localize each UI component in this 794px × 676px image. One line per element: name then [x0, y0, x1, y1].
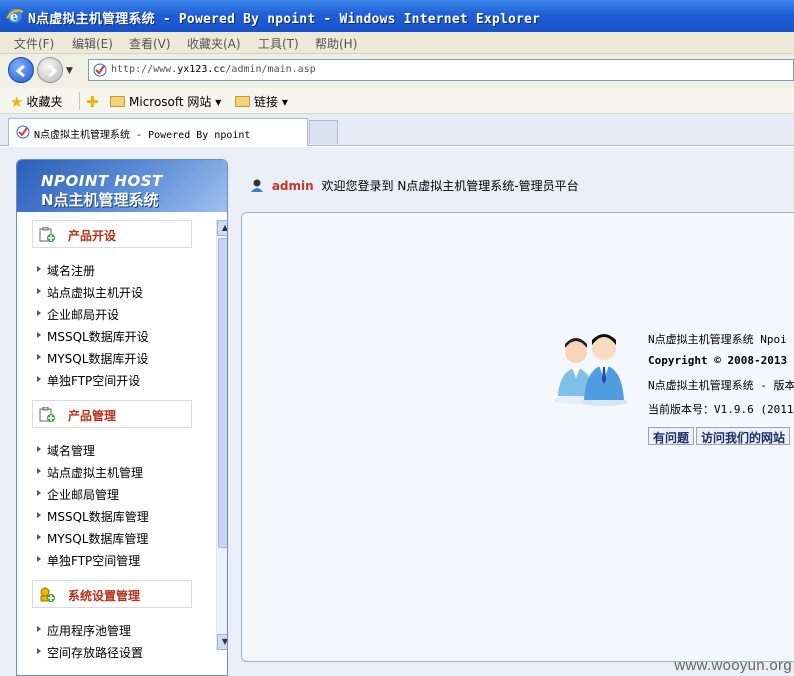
version-value: V1.9.6 (201102: [714, 403, 794, 416]
menu-tools[interactable]: 工具(T): [258, 35, 299, 52]
sidebar-item-mail-open[interactable]: 企业邮局开设: [36, 306, 119, 323]
forward-arrow-icon: [48, 64, 58, 78]
section-title: 产品开设: [68, 229, 117, 243]
current-user: admin: [271, 179, 314, 193]
sidebar-item-vhost-open[interactable]: 站点虚拟主机开设: [36, 284, 143, 301]
sidebar-item-ftp-open[interactable]: 单独FTP空间开设: [36, 372, 140, 389]
window-title-bar: e N点虚拟主机管理系统 - Powered By npoint - Windo…: [0, 0, 794, 32]
sidebar-item-mssql-manage[interactable]: MSSQL数据库管理: [37, 508, 149, 525]
browser-tab[interactable]: N点虚拟主机管理系统 - Powered By npoint: [8, 118, 308, 146]
sidebar-item-domain-register[interactable]: 域名注册: [36, 262, 95, 279]
favorites-bar: ★ 收藏夹 ✚ Microsoft 网站 ▾ 链接 ▾: [0, 88, 794, 114]
menu-view[interactable]: 查看(V): [129, 35, 171, 52]
sidebar: NPOINT HOST N点主机管理系统 产品开设 域名注册 站点虚拟主机开设 …: [16, 159, 228, 676]
scrollbar-thumb[interactable]: [218, 238, 227, 548]
ie-logo-icon: e: [6, 9, 24, 25]
info-copyright: Copyright © 2008-2013: [648, 354, 787, 367]
page-favicon-icon: [93, 63, 107, 77]
info-line-2: Copyright © 2008-2013: [648, 354, 788, 367]
recent-pages-dropdown-icon[interactable]: ▼: [66, 66, 73, 76]
address-url: http://www.yx123.cc/admin/main.asp: [111, 64, 316, 75]
favorites-label: 收藏夹: [26, 95, 63, 109]
users-icon: [554, 334, 628, 406]
watermark: www.wooyun.org: [674, 657, 792, 674]
add-document-icon: [39, 227, 55, 242]
sidebar-item-mysql-open[interactable]: MYSQL数据库开设: [36, 350, 148, 367]
question-button[interactable]: 有问题: [648, 427, 695, 445]
menu-file[interactable]: 文件(F): [14, 35, 54, 52]
add-favorite-button[interactable]: ✚: [86, 93, 102, 111]
menu-help[interactable]: 帮助(H): [315, 35, 357, 52]
sidebar-item-storage-path[interactable]: 空间存放路径设置: [36, 644, 143, 661]
sidebar-item-mail-manage[interactable]: 企业邮局管理: [36, 486, 119, 503]
sidebar-item-mssql-open[interactable]: MSSQL数据库开设: [37, 328, 149, 345]
welcome-header: admin 欢迎您登录到 N点虚拟主机管理系统-管理员平台: [250, 177, 579, 194]
back-button[interactable]: [8, 57, 34, 83]
back-arrow-icon: [15, 64, 25, 78]
url-host: yx123.cc: [177, 64, 226, 75]
sidebar-scrollbar[interactable]: ▲ ▼: [216, 220, 227, 650]
section-header-product-manage[interactable]: 产品管理: [32, 400, 192, 428]
section-header-system-settings[interactable]: 系统设置管理: [32, 580, 192, 608]
favorites-button[interactable]: ★ 收藏夹: [10, 93, 62, 111]
folder-icon: [235, 96, 250, 107]
address-bar[interactable]: http://www.yx123.cc/admin/main.asp: [88, 59, 794, 81]
ms-sites-label: Microsoft 网站: [129, 95, 212, 109]
section-header-product-open[interactable]: 产品开设: [32, 220, 192, 248]
sidebar-item-mysql-manage[interactable]: MYSQL数据库管理: [36, 530, 148, 547]
logo-text-cn: N点主机管理系统: [41, 191, 159, 209]
sidebar-item-app-pool[interactable]: 应用程序池管理: [36, 622, 131, 639]
version-label: 当前版本号：: [648, 403, 714, 416]
sidebar-menu: 产品开设 域名注册 站点虚拟主机开设 企业邮局开设 MSSQL数据库开设 MYS…: [17, 212, 203, 675]
settings-user-icon: [40, 587, 55, 602]
info-line-3: N点虚拟主机管理系统 - 版本: [648, 379, 794, 392]
links-menu[interactable]: 链接 ▾: [235, 93, 288, 110]
logo-text-en: NPOINT HOST: [41, 172, 163, 190]
new-tab-button[interactable]: [309, 120, 338, 144]
section-title: 产品管理: [68, 409, 117, 423]
links-label: 链接: [254, 95, 279, 109]
scroll-down-arrow-icon[interactable]: ▼: [217, 634, 227, 650]
tab-title: N点虚拟主机管理系统 - Powered By npoint: [34, 130, 251, 141]
scroll-up-arrow-icon[interactable]: ▲: [217, 220, 227, 236]
visit-site-button[interactable]: 访问我们的网站: [696, 427, 791, 445]
url-path: /admin/main.asp: [225, 64, 316, 75]
menu-bar: 文件(F) 编辑(E) 查看(V) 收藏夹(A) 工具(T) 帮助(H): [0, 32, 794, 54]
info-product-name: N点虚拟主机管理系统 Npoi: [648, 331, 787, 347]
section-title: 系统设置管理: [68, 589, 141, 603]
info-current-version: 当前版本号：V1.9.6 (201102: [648, 401, 794, 417]
logo: NPOINT HOST N点主机管理系统: [17, 160, 227, 212]
action-buttons: 有问题 访问我们的网站: [648, 427, 792, 445]
toolbar-separator: [79, 92, 80, 110]
menu-favorites[interactable]: 收藏夹(A): [187, 35, 241, 52]
add-favorite-icon: ✚: [86, 93, 99, 111]
info-line-1: N点虚拟主机管理系统 Npoi: [648, 333, 787, 346]
microsoft-sites-link[interactable]: Microsoft 网站 ▾: [110, 93, 221, 110]
user-icon: [251, 179, 263, 192]
sidebar-item-vhost-manage[interactable]: 站点虚拟主机管理: [36, 464, 143, 481]
info-version-line: N点虚拟主机管理系统 - 版本: [648, 377, 794, 393]
page-favicon-icon: [16, 125, 30, 139]
sidebar-item-ftp-manage[interactable]: 单独FTP空间管理: [36, 552, 140, 569]
forward-button[interactable]: [37, 57, 63, 83]
folder-icon: [110, 96, 125, 107]
url-prefix: http://www.: [111, 64, 178, 75]
window-title: N点虚拟主机管理系统 - Powered By npoint - Windows…: [28, 12, 541, 27]
star-icon: ★: [10, 93, 24, 111]
add-document-icon: [39, 407, 55, 422]
welcome-text: 欢迎您登录到 N点虚拟主机管理系统-管理员平台: [321, 179, 579, 193]
sidebar-item-domain-manage[interactable]: 域名管理: [36, 442, 95, 459]
menu-edit[interactable]: 编辑(E): [72, 35, 113, 52]
